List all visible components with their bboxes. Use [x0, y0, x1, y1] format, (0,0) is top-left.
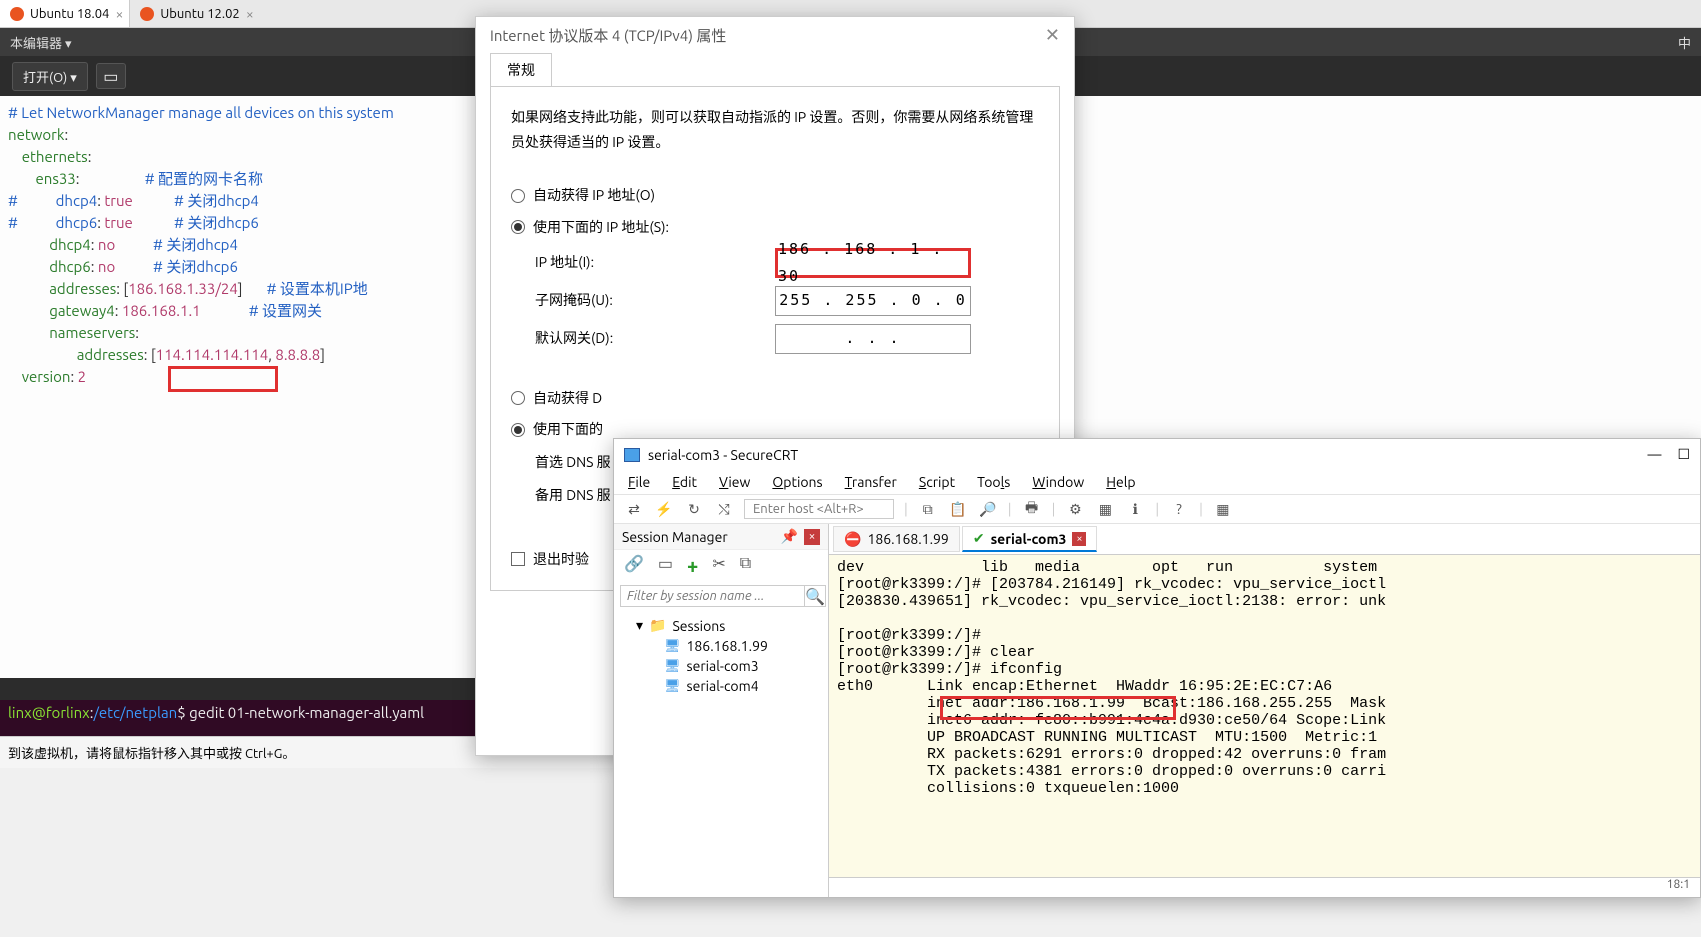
- reconnect-icon[interactable]: ↻: [684, 499, 704, 519]
- session-manager-panel: Session Manager 📌 × 🔗 ▭ + ✂ ⧉ 🔍 ▾📁Sessio…: [614, 524, 829, 897]
- window-titlebar: serial-com3 - SecureCRT — ☐: [614, 439, 1700, 470]
- maximize-icon[interactable]: ☐: [1677, 446, 1690, 463]
- monitor-icon: 🖥: [664, 639, 681, 654]
- copy-icon[interactable]: ⧉: [740, 554, 751, 577]
- session-tab-active[interactable]: ✔serial-com3×: [962, 526, 1098, 552]
- vm-tab-label: Ubuntu 12.02: [160, 7, 239, 21]
- tree-root[interactable]: ▾📁Sessions: [622, 615, 820, 636]
- folder-icon: 📁: [649, 617, 666, 634]
- help-icon[interactable]: ?: [1169, 499, 1189, 519]
- vm-tab-label: Ubuntu 18.04: [30, 7, 109, 21]
- menu-edit[interactable]: Edit: [672, 474, 697, 490]
- window-icon[interactable]: ▭: [658, 554, 673, 577]
- minimize-icon[interactable]: —: [1647, 446, 1661, 463]
- radio-label: 自动获得 IP 地址(O): [533, 183, 655, 208]
- close-icon[interactable]: ×: [804, 529, 820, 545]
- copy-icon[interactable]: ⧉: [918, 499, 938, 519]
- about-icon[interactable]: ℹ: [1125, 499, 1145, 519]
- monitor-icon: 🖥: [664, 659, 681, 674]
- menu-options[interactable]: Options: [772, 474, 822, 490]
- subnet-mask-input[interactable]: 255 . 255 . 0 . 0: [775, 286, 971, 316]
- securecrt-window: serial-com3 - SecureCRT — ☐ FFileile Edi…: [613, 438, 1701, 898]
- radio-auto-dns[interactable]: 自动获得 D: [511, 386, 1039, 411]
- menubar: FFileile Edit View Options Transfer Scri…: [614, 470, 1700, 494]
- highlight-box-ip: [168, 366, 278, 392]
- close-icon[interactable]: ×: [246, 6, 254, 22]
- vm-tab-ubuntu1804[interactable]: Ubuntu 18.04 ×: [0, 0, 130, 27]
- menu-script[interactable]: Script: [919, 474, 955, 490]
- session-tab[interactable]: ⛔186.168.1.99: [833, 526, 960, 552]
- close-icon[interactable]: ×: [1072, 532, 1086, 546]
- find-icon[interactable]: 🔎: [978, 499, 998, 519]
- highlight-box-inetaddr: [940, 696, 1176, 720]
- tab-general[interactable]: 常规: [490, 53, 552, 86]
- radio-label: 使用下面的 IP 地址(S):: [533, 215, 669, 240]
- checkbox-label: 退出时验: [533, 547, 589, 572]
- tree-session[interactable]: 🖥serial-com4: [622, 676, 820, 696]
- menu-view[interactable]: View: [719, 474, 750, 490]
- open-button[interactable]: 打开(O) ▾: [12, 62, 88, 91]
- mask-label: 子网掩码(U):: [535, 288, 775, 313]
- monitor-icon: 🖥: [664, 679, 681, 694]
- radio-label: 自动获得 D: [533, 386, 602, 411]
- menu-file[interactable]: FFileile: [628, 474, 650, 490]
- dialog-title: Internet 协议版本 4 (TCP/IPv4) 属性: [490, 25, 726, 46]
- toggle-icon[interactable]: ▦: [1213, 499, 1233, 519]
- link-icon[interactable]: 🔗: [624, 554, 644, 577]
- add-icon[interactable]: +: [687, 554, 698, 577]
- paste-icon[interactable]: 📋: [948, 499, 968, 519]
- menu-window[interactable]: Window: [1032, 474, 1084, 490]
- quickconnect-icon[interactable]: ⚡: [654, 499, 674, 519]
- host-input[interactable]: [744, 499, 894, 519]
- ime-indicator[interactable]: 中: [1678, 33, 1701, 52]
- ubuntu-icon: [10, 7, 24, 21]
- settings-icon[interactable]: ⚙: [1065, 499, 1085, 519]
- status-time: 18:1: [1667, 878, 1690, 897]
- cut-icon[interactable]: ✂: [712, 554, 725, 577]
- dialog-description: 如果网络支持此功能，则可以获取自动指派的 IP 设置。否则，你需要从网络系统管理…: [511, 105, 1039, 155]
- tree-session[interactable]: 🖥serial-com3: [622, 656, 820, 676]
- ubuntu-icon: [140, 7, 154, 21]
- status-check-icon: ✔: [973, 530, 985, 547]
- status-dot-icon: ⛔: [844, 531, 861, 548]
- menu-transfer[interactable]: Transfer: [845, 474, 897, 490]
- dialog-titlebar: Internet 协议版本 4 (TCP/IPv4) 属性 ✕: [476, 17, 1074, 53]
- menu-help[interactable]: Help: [1106, 474, 1135, 490]
- menu-tools[interactable]: Tools: [977, 474, 1010, 490]
- search-icon[interactable]: 🔍: [805, 585, 826, 607]
- window-title: serial-com3 - SecureCRT: [648, 447, 798, 463]
- close-icon[interactable]: ×: [115, 6, 123, 22]
- session-tree: ▾📁Sessions 🖥186.168.1.99 🖥serial-com3 🖥s…: [614, 611, 828, 700]
- statusbar: 18:1: [829, 877, 1700, 897]
- radio-label: 使用下面的: [533, 417, 603, 442]
- new-tab-button[interactable]: ▭: [96, 63, 126, 89]
- pin-icon[interactable]: 📌: [781, 528, 798, 545]
- panel-title: Session Manager: [622, 529, 728, 545]
- ip-label: IP 地址(I):: [535, 250, 775, 275]
- filter-input[interactable]: [620, 585, 805, 607]
- connect-icon[interactable]: ⇄: [624, 499, 644, 519]
- gateway-input[interactable]: . . .: [775, 324, 971, 354]
- vm-tab-ubuntu1202[interactable]: Ubuntu 12.02 ×: [130, 0, 259, 27]
- close-icon[interactable]: ✕: [1045, 25, 1060, 46]
- radio-auto-ip[interactable]: 自动获得 IP 地址(O): [511, 183, 1039, 208]
- disconnect-icon[interactable]: ⤭: [714, 499, 734, 519]
- toolbar: ⇄ ⚡ ↻ ⤭ | ⧉ 📋 🔎 | 🖶 | ⚙ ▦ ℹ | ? | ▦: [614, 494, 1700, 524]
- session-toolbar: 🔗 ▭ + ✂ ⧉: [614, 549, 828, 581]
- tree-session[interactable]: 🖥186.168.1.99: [622, 636, 820, 656]
- sessions-icon[interactable]: ▦: [1095, 499, 1115, 519]
- gateway-label: 默认网关(D):: [535, 326, 775, 351]
- text-editor-menu[interactable]: 本编辑器 ▾: [0, 33, 82, 52]
- session-tabs: ⛔186.168.1.99 ✔serial-com3×: [829, 524, 1700, 555]
- app-icon: [624, 448, 640, 462]
- ip-address-input[interactable]: 186 . 168 . 1 . 30: [775, 248, 971, 278]
- print-icon[interactable]: 🖶: [1022, 499, 1042, 519]
